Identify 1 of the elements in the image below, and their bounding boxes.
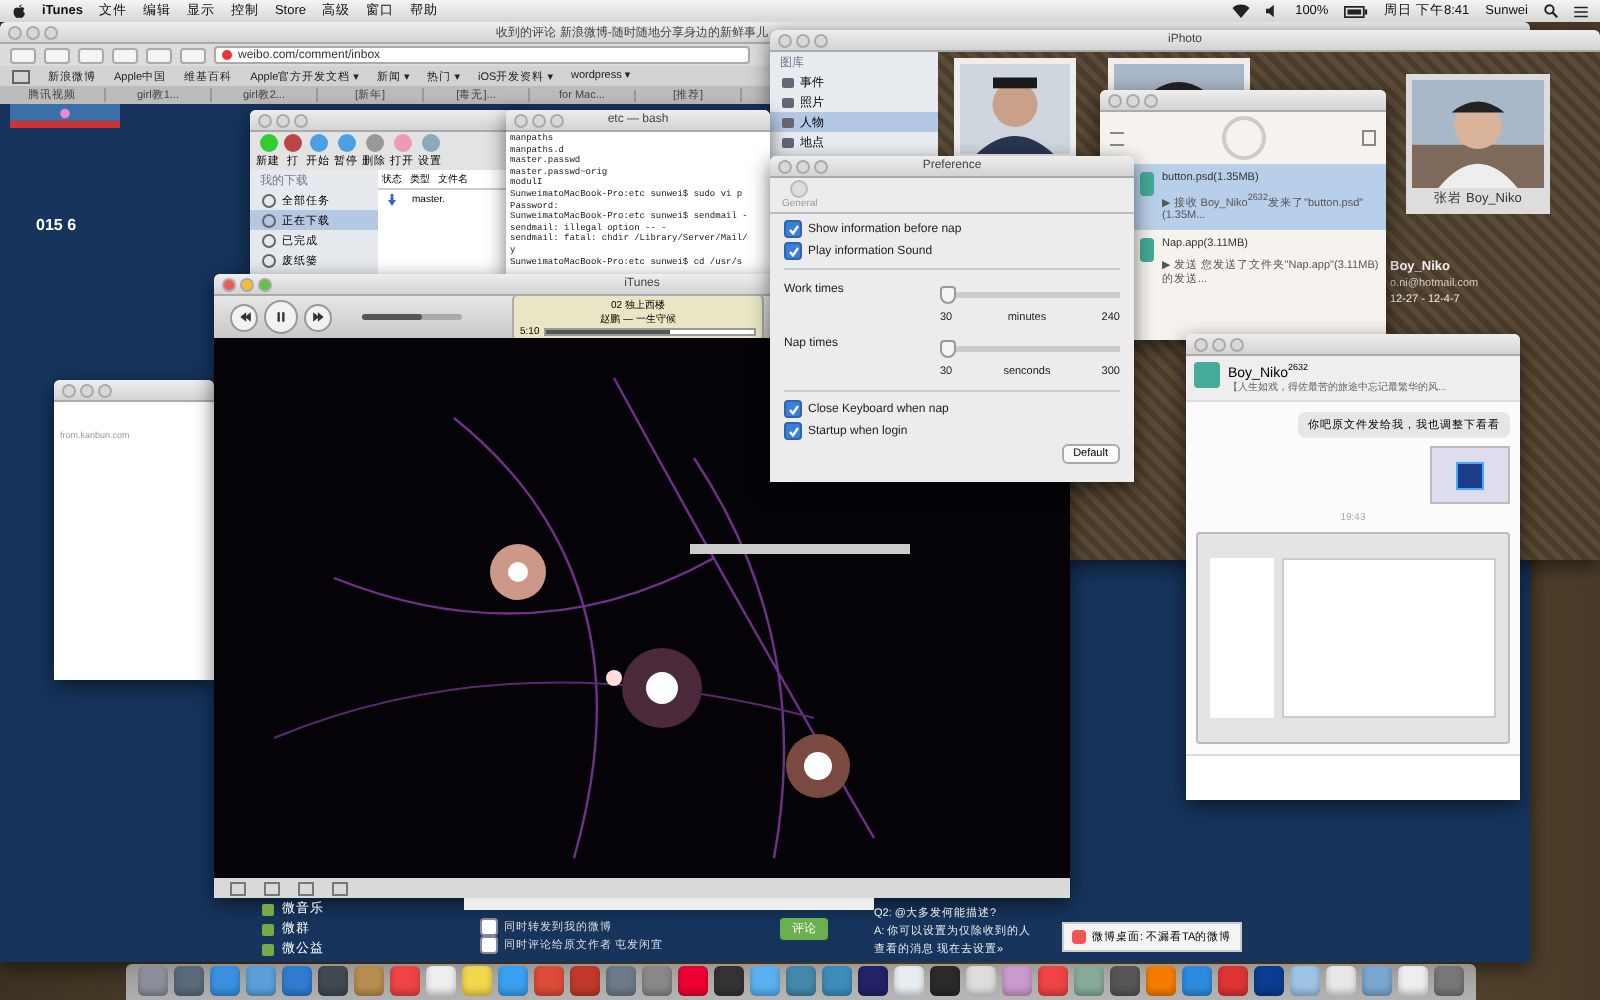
profile-number: 015 6 [36,216,77,234]
